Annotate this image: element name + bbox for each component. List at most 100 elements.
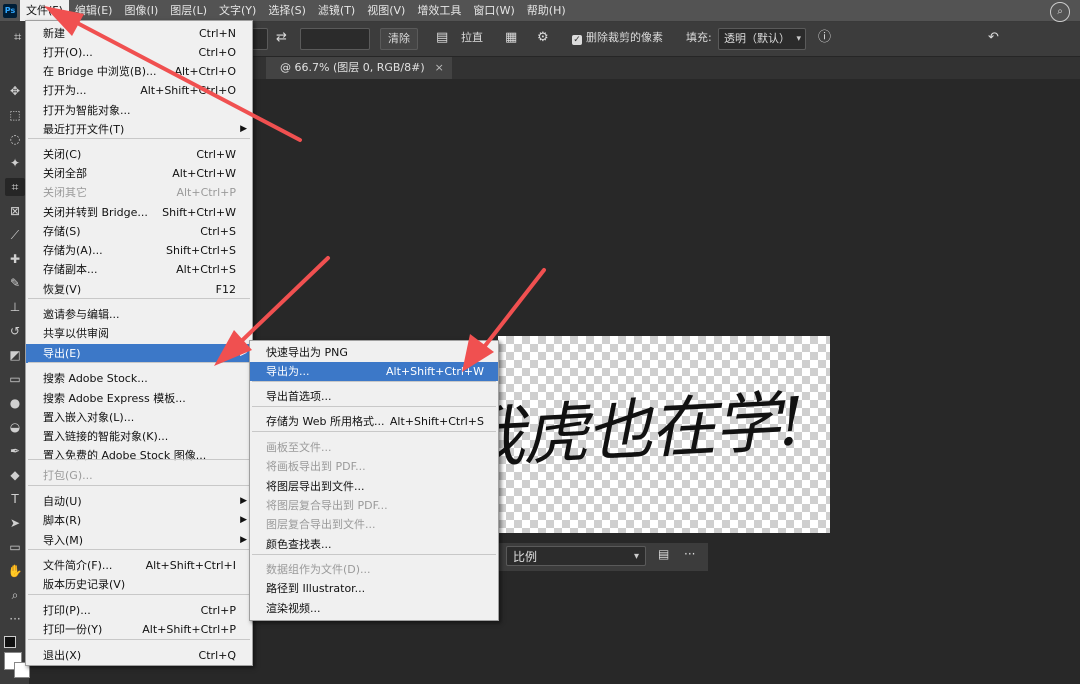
- file-menu-item[interactable]: 关闭并转到 Bridge... Shift+Ctrl+W: [26, 203, 252, 222]
- checkbox-checked-icon[interactable]: ✓: [572, 35, 582, 45]
- menu-image[interactable]: 图像(I): [118, 0, 164, 21]
- file-menu-item[interactable]: 打开为... Alt+Shift+Ctrl+O: [26, 81, 252, 100]
- gradient-tool-icon[interactable]: ▭: [5, 370, 25, 388]
- more-options-icon[interactable]: ···: [684, 547, 695, 561]
- menu-window[interactable]: 窗口(W): [467, 0, 520, 21]
- healing-brush-tool-icon[interactable]: ✚: [5, 250, 25, 268]
- straighten-icon[interactable]: ▤: [658, 547, 669, 561]
- crop-tool-icon[interactable]: ⌗: [5, 178, 25, 196]
- contextual-task-bar: 比例 ▾ ▤ ···: [498, 543, 708, 571]
- type-tool-icon[interactable]: T: [5, 490, 25, 508]
- info-icon[interactable]: ⓘ: [818, 28, 831, 48]
- delete-cropped-checkbox[interactable]: ✓ 删除裁剪的像素: [572, 28, 663, 48]
- file-menu-item[interactable]: 置入链接的智能对象(K)...: [26, 427, 252, 446]
- file-menu-item[interactable]: 存储副本... Alt+Ctrl+S: [26, 260, 252, 279]
- file-menu-item[interactable]: 自动(U) ▶: [26, 492, 252, 511]
- menu-select[interactable]: 选择(S): [262, 0, 312, 21]
- menu-file[interactable]: 文件(F): [20, 0, 69, 21]
- menu-help[interactable]: 帮助(H): [521, 0, 572, 21]
- magic-wand-tool-icon[interactable]: ✦: [5, 154, 25, 172]
- photoshop-logo-icon[interactable]: Ps: [0, 0, 20, 21]
- file-menu-item[interactable]: 导入(M) ▶: [26, 531, 252, 550]
- file-menu-item[interactable]: 脚本(R) ▶: [26, 511, 252, 530]
- export-submenu: 快速导出为 PNG 导出为... Alt+Shift+Ctrl+W 导出首选项... 存…: [249, 340, 499, 621]
- file-menu-item[interactable]: 打开为智能对象...: [26, 101, 252, 120]
- clear-button[interactable]: 清除: [380, 28, 418, 50]
- file-menu-item[interactable]: 关闭(C) Ctrl+W: [26, 145, 252, 164]
- swap-colors-icon[interactable]: [4, 636, 16, 648]
- file-menu-item[interactable]: 邀请参与编辑...: [26, 305, 252, 324]
- export-menu-item[interactable]: 路径到 Illustrator...: [250, 579, 498, 598]
- swap-icon[interactable]: ⇄: [276, 28, 287, 48]
- export-menu-item[interactable]: 颜色查找表...: [250, 535, 498, 554]
- eraser-tool-icon[interactable]: ◩: [5, 346, 25, 364]
- stamp-tool-icon[interactable]: ⊥: [5, 298, 25, 316]
- eyedropper-tool-icon[interactable]: ⟋: [5, 226, 25, 244]
- export-menu-item[interactable]: 将图层导出到文件...: [250, 477, 498, 496]
- file-menu-item[interactable]: 打印(P)... Ctrl+P: [26, 601, 252, 620]
- search-icon[interactable]: ⌕: [1050, 2, 1070, 22]
- shortcut-label: Ctrl+O: [198, 46, 236, 59]
- height-field[interactable]: [300, 28, 370, 50]
- file-menu-item[interactable]: 置入免费的 Adobe Stock 图像...: [26, 446, 252, 465]
- grid-overlay-icon[interactable]: ▦: [505, 28, 517, 48]
- history-brush-tool-icon[interactable]: ↺: [5, 322, 25, 340]
- file-menu-item[interactable]: 导出(E) ▶: [26, 344, 252, 363]
- menu-type[interactable]: 文字(Y): [213, 0, 262, 21]
- hand-tool-icon[interactable]: ✋: [5, 562, 25, 580]
- close-icon[interactable]: ×: [435, 61, 444, 74]
- menu-separator: [252, 431, 496, 432]
- file-menu-item[interactable]: 恢复(V) F12: [26, 280, 252, 299]
- menu-view[interactable]: 视图(V): [361, 0, 411, 21]
- menu-edit[interactable]: 编辑(E): [69, 0, 119, 21]
- more-tools-icon[interactable]: ···: [5, 610, 25, 628]
- file-menu-item[interactable]: 存储(S) Ctrl+S: [26, 222, 252, 241]
- ratio-select[interactable]: 比例 ▾: [506, 546, 646, 566]
- file-menu-item[interactable]: 搜索 Adobe Express 模板...: [26, 389, 252, 408]
- file-menu-item[interactable]: 打印一份(Y) Alt+Shift+Ctrl+P: [26, 620, 252, 639]
- rectangle-tool-icon[interactable]: ▭: [5, 538, 25, 556]
- file-menu-item[interactable]: 新建 Ctrl+N: [26, 24, 252, 43]
- path-selection-tool-icon[interactable]: ➤: [5, 514, 25, 532]
- menu-layer[interactable]: 图层(L): [164, 0, 213, 21]
- dodge-tool-icon[interactable]: ◒: [5, 418, 25, 436]
- file-menu-item[interactable]: 打开(O)... Ctrl+O: [26, 43, 252, 62]
- lasso-tool-icon[interactable]: ◌: [5, 130, 25, 148]
- export-menu-item[interactable]: 快速导出为 PNG: [250, 343, 498, 362]
- file-menu-item[interactable]: 共享以供审阅: [26, 324, 252, 343]
- file-menu-item[interactable]: 在 Bridge 中浏览(B)... Alt+Ctrl+O: [26, 62, 252, 81]
- export-menu-item[interactable]: 导出首选项...: [250, 387, 498, 406]
- straighten-label[interactable]: 拉直: [461, 28, 483, 48]
- move-tool-icon[interactable]: ✥: [5, 82, 25, 100]
- file-menu-item[interactable]: 最近打开文件(T) ▶: [26, 120, 252, 139]
- shortcut-label: F12: [215, 283, 236, 296]
- frame-tool-icon[interactable]: ⊠: [5, 202, 25, 220]
- file-menu-item[interactable]: 版本历史记录(V): [26, 575, 252, 594]
- export-menu-item[interactable]: 导出为... Alt+Shift+Ctrl+W: [250, 362, 498, 381]
- file-menu-item[interactable]: 关闭全部 Alt+Ctrl+W: [26, 164, 252, 183]
- blur-tool-icon[interactable]: ●: [5, 394, 25, 412]
- file-menu-item[interactable]: 搜索 Adobe Stock...: [26, 369, 252, 388]
- marquee-tool-icon[interactable]: ⬚: [5, 106, 25, 124]
- export-menu-item[interactable]: 存储为 Web 所用格式... Alt+Shift+Ctrl+S: [250, 412, 498, 431]
- document-tab[interactable]: @ 66.7% (图层 0, RGB/8#) ×: [266, 57, 452, 79]
- zoom-tool-icon[interactable]: ⌕: [5, 586, 25, 604]
- file-menu-item[interactable]: 文件简介(F)... Alt+Shift+Ctrl+I: [26, 556, 252, 575]
- file-menu-item[interactable]: 置入嵌入对象(L)...: [26, 408, 252, 427]
- reset-icon[interactable]: ↶: [988, 28, 999, 48]
- pen-tool-icon[interactable]: ✒: [5, 442, 25, 460]
- brush-tool-icon[interactable]: ✎: [5, 274, 25, 292]
- fill-select[interactable]: 透明（默认） ▾: [718, 28, 806, 50]
- file-menu-item[interactable]: 退出(X) Ctrl+Q: [26, 646, 252, 665]
- shortcut-label: Alt+Shift+Ctrl+I: [145, 559, 236, 572]
- export-menu-item[interactable]: 渲染视频...: [250, 599, 498, 618]
- menu-filter[interactable]: 滤镜(T): [312, 0, 361, 21]
- menu-plugins[interactable]: 增效工具: [411, 0, 467, 21]
- shortcut-label: Ctrl+W: [196, 148, 236, 161]
- file-menu-item[interactable]: 存储为(A)... Shift+Ctrl+S: [26, 241, 252, 260]
- crop-tool-icon[interactable]: ⌗: [14, 28, 21, 48]
- document-canvas[interactable]: 我虎也在学!: [498, 336, 830, 533]
- sponge-tool-icon[interactable]: ◆: [5, 466, 25, 484]
- straighten-icon[interactable]: ▤: [436, 28, 448, 48]
- gear-icon[interactable]: ⚙: [537, 28, 549, 48]
